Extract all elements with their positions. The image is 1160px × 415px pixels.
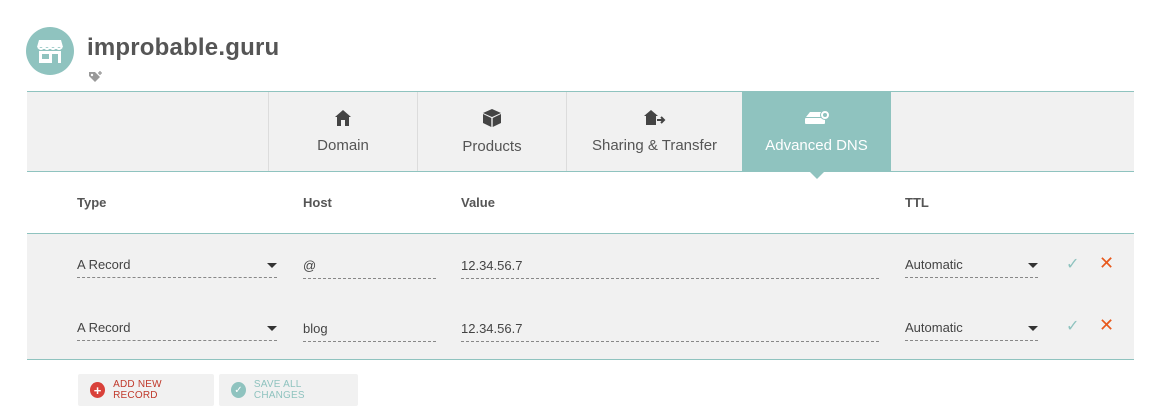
add-new-record-button[interactable]: + ADD NEW RECORD — [78, 374, 214, 406]
add-new-record-label: ADD NEW RECORD — [113, 379, 162, 401]
domain-title: improbable.guru — [87, 34, 280, 61]
host-value: blog — [303, 321, 328, 336]
tab-label: Products — [462, 138, 522, 155]
save-all-changes-button[interactable]: ✓ SAVE ALL CHANGES — [219, 374, 358, 406]
tab-label: Advanced DNS — [765, 137, 868, 154]
record-type-value: A Record — [77, 257, 131, 272]
active-tab-caret — [808, 171, 825, 179]
host-input[interactable]: blog — [303, 320, 436, 342]
host-value: @ — [303, 258, 317, 273]
host-input[interactable]: @ — [303, 257, 436, 279]
value-input[interactable]: 12.34.56.7 — [461, 320, 879, 342]
ttl-select[interactable]: Automatic — [905, 319, 1038, 341]
add-tag-icon[interactable] — [88, 70, 104, 89]
tab-sharing-transfer[interactable]: Sharing & Transfer — [566, 92, 742, 171]
chevron-down-icon — [267, 326, 277, 331]
record-type-select[interactable]: A Record — [77, 319, 277, 341]
storefront-icon — [37, 40, 63, 63]
tab-advanced-dns[interactable]: Advanced DNS — [742, 92, 891, 179]
plus-icon: + — [90, 382, 106, 398]
column-header-value: Value — [461, 195, 495, 210]
home-icon — [335, 110, 351, 126]
tab-label: Sharing & Transfer — [591, 137, 718, 154]
delete-record-close-icon[interactable]: ✕ — [1099, 253, 1114, 274]
server-icon — [804, 110, 830, 124]
value-text: 12.34.56.7 — [461, 321, 523, 336]
record-type-select[interactable]: A Record — [77, 256, 277, 278]
chevron-down-icon — [267, 263, 277, 268]
column-header-host: Host — [303, 195, 332, 210]
tab-label: Domain — [317, 137, 369, 154]
tab-domain[interactable]: Domain — [268, 92, 417, 171]
home-transfer-icon — [643, 110, 665, 125]
ttl-value: Automatic — [905, 320, 963, 335]
column-header-type: Type — [77, 195, 107, 210]
tab-products[interactable]: Products — [417, 92, 566, 171]
delete-record-close-icon[interactable]: ✕ — [1099, 315, 1114, 336]
dns-records-table: A Record @ 12.34.56.7 Automatic ✓ ✕ A Re… — [27, 233, 1134, 360]
check-circle-icon: ✓ — [231, 382, 246, 398]
domain-tab-bar: Domain Products Sharing & Transfer Advan… — [27, 91, 1134, 179]
save-all-changes-label: SAVE ALL CHANGES — [253, 379, 305, 401]
ttl-value: Automatic — [905, 257, 963, 272]
domain-avatar — [26, 27, 74, 75]
save-record-check-icon[interactable]: ✓ — [1066, 254, 1079, 274]
value-input[interactable]: 12.34.56.7 — [461, 257, 879, 279]
value-text: 12.34.56.7 — [461, 258, 523, 273]
record-type-value: A Record — [77, 320, 131, 335]
box-icon — [483, 109, 501, 127]
chevron-down-icon — [1028, 326, 1038, 331]
ttl-select[interactable]: Automatic — [905, 256, 1038, 278]
save-record-check-icon[interactable]: ✓ — [1066, 316, 1079, 336]
chevron-down-icon — [1028, 263, 1038, 268]
column-header-ttl: TTL — [905, 195, 929, 210]
